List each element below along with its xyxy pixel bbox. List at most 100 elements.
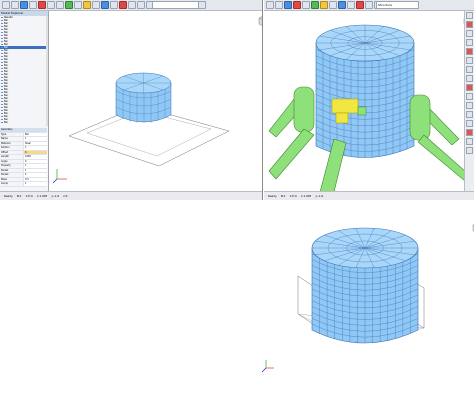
combo-dropdown-icon[interactable] (198, 1, 206, 9)
property-value[interactable]: 0 (23, 159, 47, 163)
load-icon[interactable] (110, 1, 118, 9)
toolbar: Structure (264, 0, 474, 11)
view-combo[interactable]: Structure (376, 1, 419, 9)
property-value[interactable]: 0 (23, 150, 47, 154)
status-field: x:1.005 (300, 194, 312, 198)
tool-icon[interactable] (466, 39, 473, 46)
cylinder-with-supports (268, 24, 465, 192)
viewport-bottom[interactable] (256, 218, 474, 380)
tool-icon[interactable] (466, 120, 473, 127)
toolbar-icons (2, 1, 163, 9)
tool-icon[interactable] (466, 75, 473, 82)
undo-icon[interactable] (47, 1, 55, 9)
fea-viewport-bottom (256, 218, 474, 380)
property-value[interactable]: 2 (23, 173, 47, 177)
property-name: Material (1, 141, 11, 145)
view-combo[interactable] (152, 1, 199, 9)
model-tree[interactable]: Results Bar Bar Bar Bar Bar Bar Bar Bar Bar Bar Bar… (0, 16, 47, 126)
toolbar (0, 0, 262, 11)
constraint-icon[interactable] (119, 1, 127, 9)
delete-icon[interactable] (293, 1, 301, 9)
mesh-icon[interactable] (338, 1, 346, 9)
z-axis (261, 367, 267, 373)
new-icon[interactable] (266, 1, 274, 9)
tool-icon[interactable] (466, 30, 473, 37)
results-icon[interactable] (365, 1, 373, 9)
zoom-icon[interactable] (137, 1, 145, 9)
property-name: Offset (1, 150, 8, 154)
property-name: Angle (1, 159, 8, 163)
open-icon[interactable] (11, 1, 19, 9)
tool-icon[interactable] (466, 21, 473, 28)
status-field: N:1 (280, 194, 286, 198)
support-lug (409, 94, 431, 141)
save-icon[interactable] (284, 1, 292, 9)
property-value[interactable]: 0.5 (23, 177, 47, 181)
results-icon[interactable] (128, 1, 136, 9)
props-title: Geometry (1, 128, 13, 131)
tool-icon[interactable] (466, 111, 473, 118)
delete-icon[interactable] (38, 1, 46, 9)
properties-grid: Geometry Type Bar Name 1 Material Steel Sectio… (0, 128, 47, 190)
undo-icon[interactable] (302, 1, 310, 9)
tool-icon[interactable] (466, 102, 473, 109)
tool-icon[interactable] (466, 48, 473, 55)
element-icon[interactable] (329, 1, 337, 9)
tool-icon[interactable] (466, 138, 473, 145)
property-row[interactable]: Group 1 (0, 182, 47, 187)
property-value[interactable]: 1 (23, 168, 47, 172)
node-icon[interactable] (320, 1, 328, 9)
property-value[interactable]: 1 (23, 137, 47, 141)
property-value[interactable]: 1000 (23, 155, 47, 159)
property-name: Node2 (1, 173, 9, 176)
run-icon[interactable] (65, 1, 73, 9)
tool-icon[interactable] (466, 147, 473, 154)
toolbar-icons (266, 1, 382, 9)
property-value[interactable]: 1 (23, 146, 47, 150)
tool-icon[interactable] (466, 66, 473, 73)
status-field: z:0 (63, 194, 68, 198)
element-icon[interactable] (92, 1, 100, 9)
property-name: Name (1, 137, 8, 140)
highlighted-element (335, 112, 349, 124)
select-icon[interactable] (74, 1, 82, 9)
load-icon[interactable] (347, 1, 355, 9)
tool-icon[interactable] (466, 12, 473, 19)
status-field: N:1 (16, 194, 22, 198)
cylinder-large (261, 227, 425, 373)
new-icon[interactable] (2, 1, 10, 9)
viewport-right[interactable] (264, 11, 474, 192)
tool-icon[interactable] (466, 93, 473, 100)
status-bar: Ready N:1 1:E:0 x:1.005 y:-1.6 z:0 (0, 191, 262, 200)
support-leg (417, 134, 465, 182)
constraint-icon[interactable] (356, 1, 364, 9)
viewport-left[interactable] (49, 11, 262, 192)
property-name: Node1 (1, 168, 9, 172)
cylinder-model-small (52, 72, 230, 184)
run-icon[interactable] (311, 1, 319, 9)
redo-icon[interactable] (56, 1, 64, 9)
property-name: Type (1, 132, 7, 136)
mesh-icon[interactable] (101, 1, 109, 9)
save-icon[interactable] (20, 1, 28, 9)
top-spokes (316, 25, 414, 61)
node-icon[interactable] (83, 1, 91, 9)
property-value[interactable]: 1 (23, 164, 47, 168)
property-value[interactable]: Steel (23, 141, 47, 145)
support-lug (357, 106, 367, 116)
tree-scrollbar[interactable] (46, 16, 48, 126)
tool-icon[interactable] (466, 57, 473, 64)
highlighted-element (331, 98, 359, 114)
tool-icon[interactable] (466, 129, 473, 136)
z-axis (52, 178, 58, 184)
open-icon[interactable] (275, 1, 283, 9)
property-name: Section (1, 146, 10, 149)
print-icon[interactable] (29, 1, 37, 9)
tool-icon[interactable] (466, 84, 473, 91)
tree-item[interactable]: Bar (0, 121, 47, 124)
property-value[interactable]: Bar (23, 132, 47, 136)
property-value[interactable]: 1 (23, 182, 47, 186)
model-explorer-panel: Model Explorer Results Bar Bar Bar Bar Bar Bar… (0, 11, 49, 192)
status-field: 1:E:0 (25, 194, 33, 198)
fea-window-left: Model Explorer Results Bar Bar Bar Bar Bar Bar… (0, 0, 263, 200)
